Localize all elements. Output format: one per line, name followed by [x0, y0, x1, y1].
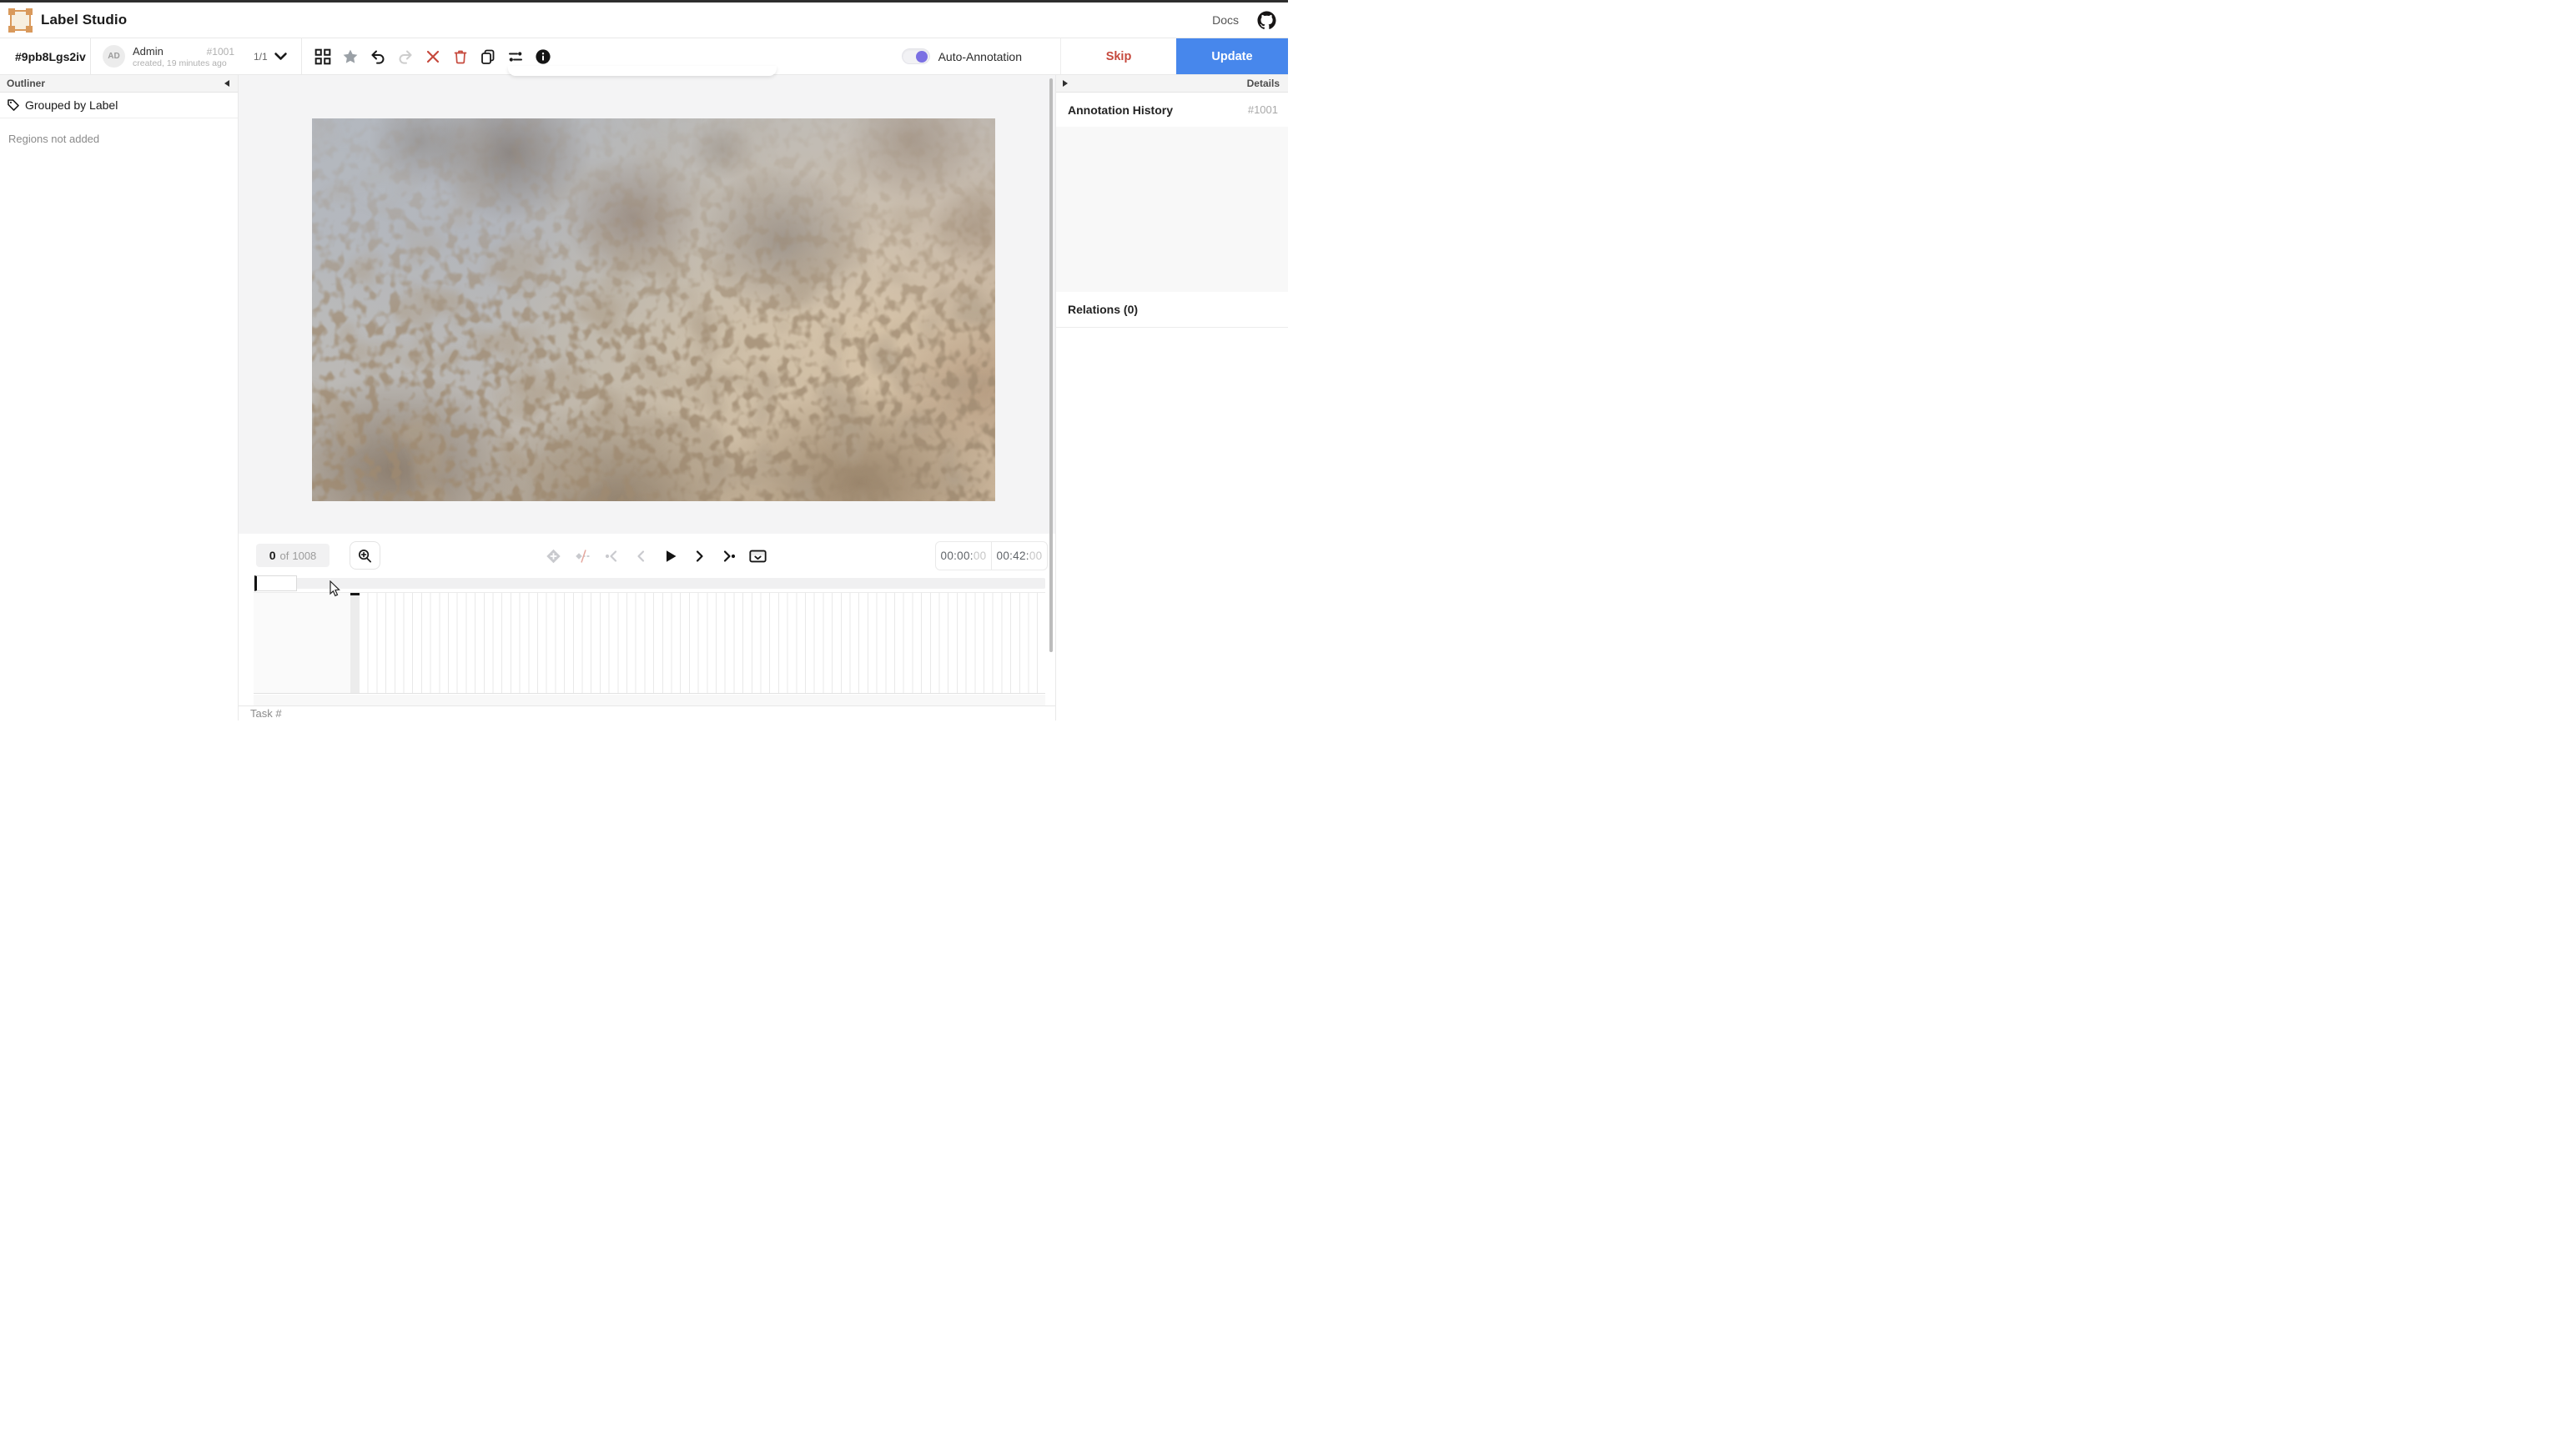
duplicate-icon[interactable] — [479, 48, 497, 66]
annotation-canvas — [239, 75, 1055, 534]
ground-truth-star-icon[interactable] — [341, 48, 360, 66]
auto-annotation-label: Auto-Annotation — [938, 50, 1022, 63]
frame-counter[interactable]: 0 of 1008 — [256, 544, 330, 567]
tag-icon — [7, 98, 20, 112]
timeline-frame-grid[interactable] — [360, 593, 1040, 693]
keypoint-interpolation-icon[interactable] — [573, 547, 591, 565]
redo-icon[interactable] — [396, 48, 415, 66]
details-title: Details — [1247, 78, 1280, 89]
annotator-name: Admin — [133, 45, 164, 58]
relations-title: Relations (0) — [1068, 303, 1138, 316]
annotation-pager: 1/1 — [254, 51, 268, 63]
keypoint-prev-icon[interactable] — [602, 547, 621, 565]
label-studio-logo-icon — [10, 10, 31, 31]
play-icon[interactable] — [661, 547, 679, 565]
auto-annotation-toggle[interactable] — [902, 48, 930, 64]
avatar: AD — [103, 45, 125, 68]
time-displays: 00:00:00 00:42:00 — [935, 541, 1048, 570]
app-header: Label Studio Docs — [0, 3, 1288, 38]
settings-icon[interactable] — [506, 48, 525, 66]
details-panel: Details Annotation History #1001 Relatio… — [1055, 75, 1288, 720]
outliner-panel: Outliner Grouped by Label Regions not ad… — [0, 75, 239, 720]
seek-viewport-handle[interactable] — [254, 575, 297, 591]
outliner-title: Outliner — [7, 78, 45, 89]
annotation-history-body — [1056, 127, 1288, 292]
annotation-id: #1001 — [207, 46, 234, 58]
annotator-block: AD Admin #1001 created, 19 minutes ago — [91, 38, 243, 74]
toggle-knob — [916, 51, 928, 63]
grid-view-icon[interactable] — [314, 48, 332, 66]
group-by-label-control[interactable]: Grouped by Label — [0, 93, 238, 118]
annotation-history-id: #1001 — [1248, 103, 1278, 116]
video-frame[interactable] — [312, 118, 995, 501]
timeline-label-column — [254, 593, 350, 693]
expand-right-icon[interactable] — [1063, 80, 1068, 87]
main-area: 0 of 1008 — [239, 75, 1055, 720]
timeline-footer-strip — [254, 695, 1045, 705]
frame-prev-icon[interactable] — [631, 547, 650, 565]
task-id: #9pb8Lgs2iv — [0, 38, 90, 74]
keypoint-add-icon[interactable] — [544, 547, 562, 565]
duration-time: 00:42:00 — [991, 541, 1048, 570]
chevron-down-icon[interactable] — [272, 48, 290, 66]
frame-next-icon[interactable] — [690, 547, 708, 565]
info-icon[interactable] — [534, 48, 552, 66]
frame-separator: of — [280, 550, 289, 562]
playback-controls — [544, 540, 767, 573]
task-footer: Task # — [239, 705, 1055, 720]
position-time: 00:00:00 — [935, 541, 992, 570]
video-speckle-layer — [312, 118, 995, 501]
timeline-frames-icon[interactable] — [748, 547, 767, 565]
task-label: Task # — [250, 707, 282, 720]
annotation-history-title: Annotation History — [1068, 103, 1173, 117]
timeline-playhead-tick — [350, 593, 360, 595]
reset-icon[interactable] — [424, 48, 442, 66]
frames-timeline[interactable] — [254, 592, 1045, 694]
keypoint-next-icon[interactable] — [719, 547, 737, 565]
seek-bar[interactable] — [254, 578, 1045, 589]
github-icon[interactable] — [1257, 11, 1276, 30]
undo-icon[interactable] — [369, 48, 387, 66]
grouping-label: Grouped by Label — [25, 98, 118, 112]
zoom-in-button[interactable] — [350, 541, 380, 570]
frame-total: 1008 — [292, 550, 316, 562]
annotation-status: created, 19 minutes ago — [133, 58, 234, 68]
collapse-left-icon[interactable] — [224, 80, 229, 87]
magnifier-plus-icon — [357, 548, 373, 564]
timeline-playhead-column[interactable] — [350, 593, 360, 693]
frame-current: 0 — [269, 549, 276, 562]
update-button[interactable]: Update — [1176, 38, 1288, 74]
video-controls: 0 of 1008 — [239, 540, 1055, 573]
label-studio-app: Label Studio Docs #9pb8Lgs2iv AD Admin #… — [0, 0, 1288, 720]
floating-toolbar-remnant — [508, 66, 777, 76]
app-title: Label Studio — [41, 12, 127, 28]
docs-link[interactable]: Docs — [1212, 13, 1239, 27]
skip-button[interactable]: Skip — [1060, 38, 1176, 74]
delete-icon[interactable] — [451, 48, 470, 66]
regions-empty-message: Regions not added — [0, 118, 238, 145]
